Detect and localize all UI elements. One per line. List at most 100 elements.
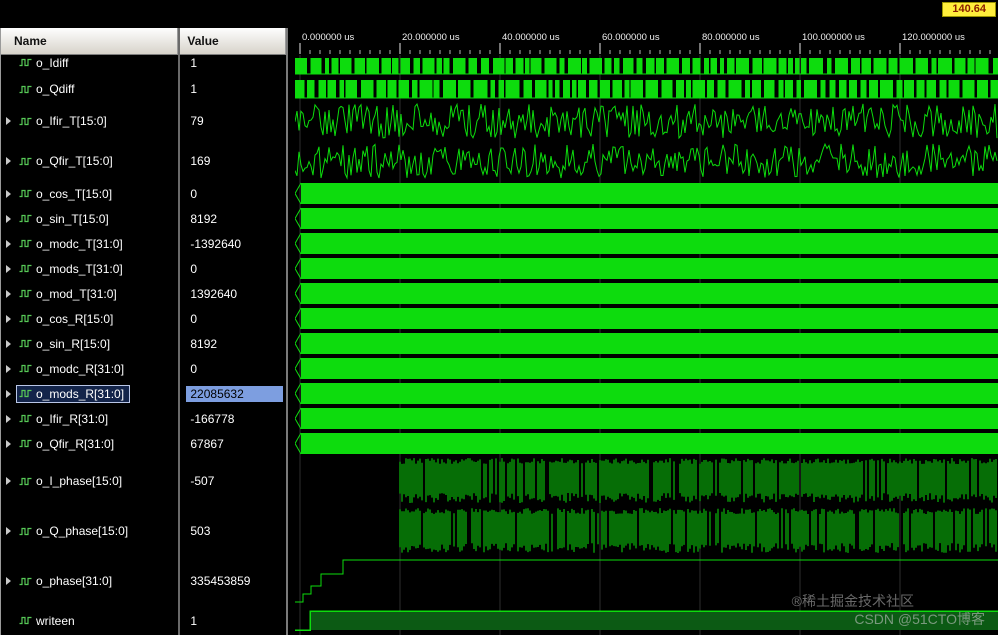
signal-row-o_Qfir_T[15:0][interactable]: o_Qfir_T[15:0] xyxy=(1,141,178,181)
signal-name-box[interactable]: writeen xyxy=(16,612,81,630)
expand-arrow-icon[interactable] xyxy=(1,289,16,298)
signal-waveform-icon xyxy=(19,239,32,248)
expand-arrow-icon[interactable] xyxy=(1,577,16,585)
wave-row-o_sin_R[15:0][interactable] xyxy=(295,332,998,355)
wave-row-o_I_phase[15:0][interactable] xyxy=(399,458,997,503)
signal-row-o_Qdiff[interactable]: o_Qdiff xyxy=(1,77,178,101)
signal-name-box[interactable]: o_Q_phase[15:0] xyxy=(16,522,134,540)
signal-row-o_modc_R[31:0][interactable]: o_modc_R[31:0] xyxy=(1,356,178,381)
signal-row-o_cos_T[15:0][interactable]: o_cos_T[15:0] xyxy=(1,181,178,206)
signal-value-row-o_modc_T[31:0][interactable]: -1392640 xyxy=(180,231,286,256)
signal-value-row-o_mods_T[31:0][interactable]: 0 xyxy=(180,256,286,281)
signal-value-row-o_mods_R[31:0][interactable]: 22085632 xyxy=(180,381,286,406)
signal-name-box[interactable]: o_mods_R[31:0] xyxy=(16,384,131,403)
signal-row-o_mods_R[31:0][interactable]: o_mods_R[31:0] xyxy=(1,381,178,406)
wave-row-o_Qfir_R[31:0][interactable] xyxy=(295,432,998,455)
wave-row-o_Ifir_R[31:0][interactable] xyxy=(295,407,998,430)
signal-value-row-o_sin_R[15:0][interactable]: 8192 xyxy=(180,331,286,356)
expand-arrow-icon[interactable] xyxy=(1,157,16,165)
signal-name-box[interactable]: o_modc_R[31:0] xyxy=(16,360,130,378)
wave-row-o_cos_R[15:0][interactable] xyxy=(295,307,998,330)
expand-arrow-icon[interactable] xyxy=(1,477,16,485)
expand-arrow-icon[interactable] xyxy=(1,189,16,198)
signal-value-row-o_Qfir_T[15:0][interactable]: 169 xyxy=(180,141,286,181)
signal-name-box[interactable]: o_Ifir_R[31:0] xyxy=(16,410,114,428)
panel-splitter[interactable] xyxy=(286,28,295,635)
signal-row-o_phase[31:0][interactable]: o_phase[31:0] xyxy=(1,556,178,606)
wave-row-o_modc_R[31:0][interactable] xyxy=(295,357,998,380)
signal-value-row-o_cos_R[15:0][interactable]: 0 xyxy=(180,306,286,331)
expand-arrow-icon[interactable] xyxy=(1,264,16,273)
signal-waveform-icon xyxy=(19,339,32,348)
name-column-header[interactable]: Name xyxy=(1,28,179,55)
expand-arrow-icon[interactable] xyxy=(1,239,16,248)
signal-value-row-writeen[interactable]: 1 xyxy=(180,606,286,635)
expand-arrow-icon[interactable] xyxy=(1,414,16,423)
signal-row-o_sin_T[15:0][interactable]: o_sin_T[15:0] xyxy=(1,206,178,231)
signal-name-box[interactable]: o_cos_T[15:0] xyxy=(16,185,118,203)
wave-row-writeen[interactable] xyxy=(295,610,998,631)
signal-value-row-o_Ifir_R[31:0][interactable]: -166778 xyxy=(180,406,286,431)
wave-row-o_mod_T[31:0][interactable] xyxy=(295,282,998,305)
signal-name-label: o_Qfir_T[15:0] xyxy=(36,154,113,168)
expand-arrow-icon[interactable] xyxy=(1,364,16,373)
value-column-header[interactable]: Value xyxy=(180,28,286,55)
signal-row-o_I_phase[15:0][interactable]: o_I_phase[15:0] xyxy=(1,456,178,506)
wave-row-o_cos_T[15:0][interactable] xyxy=(295,182,998,205)
signal-value-row-o_Qdiff[interactable]: 1 xyxy=(180,77,286,101)
signal-name-box[interactable]: o_I_phase[15:0] xyxy=(16,472,128,490)
signal-row-o_Ifir_R[31:0][interactable]: o_Ifir_R[31:0] xyxy=(1,406,178,431)
wave-row-o_sin_T[15:0][interactable] xyxy=(295,207,998,230)
signal-value-row-o_modc_R[31:0][interactable]: 0 xyxy=(180,356,286,381)
signal-name-box[interactable]: o_modc_T[31:0] xyxy=(16,235,129,253)
signal-value-row-o_Idiff[interactable]: 1 xyxy=(180,55,286,77)
signal-name-box[interactable]: o_Qfir_R[31:0] xyxy=(16,435,120,453)
signal-row-o_cos_R[15:0][interactable]: o_cos_R[15:0] xyxy=(1,306,178,331)
signal-name-box[interactable]: o_mods_T[31:0] xyxy=(16,260,129,278)
signal-name-box[interactable]: o_Ifir_T[15:0] xyxy=(16,112,113,130)
time-ruler[interactable]: 0.000000 us 20.000000 us 40.000000 us 60.00… xyxy=(295,28,998,55)
waveform-canvas[interactable] xyxy=(295,55,998,635)
signal-value-row-o_Ifir_T[15:0][interactable]: 79 xyxy=(180,101,286,141)
signal-name-box[interactable]: o_Qfir_T[15:0] xyxy=(16,152,119,170)
signal-value-label: -507 xyxy=(190,474,215,488)
signal-name-box[interactable]: o_Qdiff xyxy=(16,80,80,98)
signal-row-o_mod_T[31:0][interactable]: o_mod_T[31:0] xyxy=(1,281,178,306)
signal-value-row-o_Qfir_R[31:0][interactable]: 67867 xyxy=(180,431,286,456)
wave-row-o_mods_R[31:0][interactable] xyxy=(295,382,998,405)
expand-arrow-icon[interactable] xyxy=(1,439,16,448)
signal-row-o_modc_T[31:0][interactable]: o_modc_T[31:0] xyxy=(1,231,178,256)
signal-value-row-o_sin_T[15:0][interactable]: 8192 xyxy=(180,206,286,231)
signal-row-writeen[interactable]: writeen xyxy=(1,606,178,635)
expand-arrow-icon[interactable] xyxy=(1,527,16,535)
expand-arrow-icon[interactable] xyxy=(1,314,16,323)
signal-value-row-o_I_phase[15:0][interactable]: -507 xyxy=(180,456,286,506)
signal-row-o_Q_phase[15:0][interactable]: o_Q_phase[15:0] xyxy=(1,506,178,556)
signal-name-box[interactable]: o_cos_R[15:0] xyxy=(16,310,119,328)
signal-row-o_sin_R[15:0][interactable]: o_sin_R[15:0] xyxy=(1,331,178,356)
signal-name-box[interactable]: o_sin_R[15:0] xyxy=(16,335,116,353)
expand-arrow-icon[interactable] xyxy=(1,339,16,348)
signal-row-o_Ifir_T[15:0][interactable]: o_Ifir_T[15:0] xyxy=(1,101,178,141)
cursor-time-badge: 140.64 xyxy=(942,2,996,17)
signal-value-row-o_mod_T[31:0][interactable]: 1392640 xyxy=(180,281,286,306)
signal-name-box[interactable]: o_sin_T[15:0] xyxy=(16,210,115,228)
wave-row-o_Qdiff[interactable] xyxy=(295,80,998,99)
signal-name-box[interactable]: o_mod_T[31:0] xyxy=(16,285,123,303)
signal-value-row-o_Q_phase[15:0][interactable]: 503 xyxy=(180,506,286,556)
wave-row-o_modc_T[31:0][interactable] xyxy=(295,232,998,255)
signal-row-o_Idiff[interactable]: o_Idiff xyxy=(1,55,178,77)
signal-name-box[interactable]: o_Idiff xyxy=(16,55,74,72)
signal-value-row-o_phase[31:0][interactable]: 335453859 xyxy=(180,556,286,606)
signal-name-box[interactable]: o_phase[31:0] xyxy=(16,572,118,590)
signal-value-row-o_cos_T[15:0][interactable]: 0 xyxy=(180,181,286,206)
expand-arrow-icon[interactable] xyxy=(1,117,16,125)
wave-row-o_Q_phase[15:0][interactable] xyxy=(399,508,997,553)
wave-row-o_mods_T[31:0][interactable] xyxy=(295,257,998,280)
expand-arrow-icon[interactable] xyxy=(1,389,16,398)
expand-arrow-icon[interactable] xyxy=(1,214,16,223)
signal-row-o_mods_T[31:0][interactable]: o_mods_T[31:0] xyxy=(1,256,178,281)
svg-text:20.000000 us: 20.000000 us xyxy=(402,32,460,43)
signal-row-o_Qfir_R[31:0][interactable]: o_Qfir_R[31:0] xyxy=(1,431,178,456)
signal-name-label: o_Idiff xyxy=(36,55,69,70)
